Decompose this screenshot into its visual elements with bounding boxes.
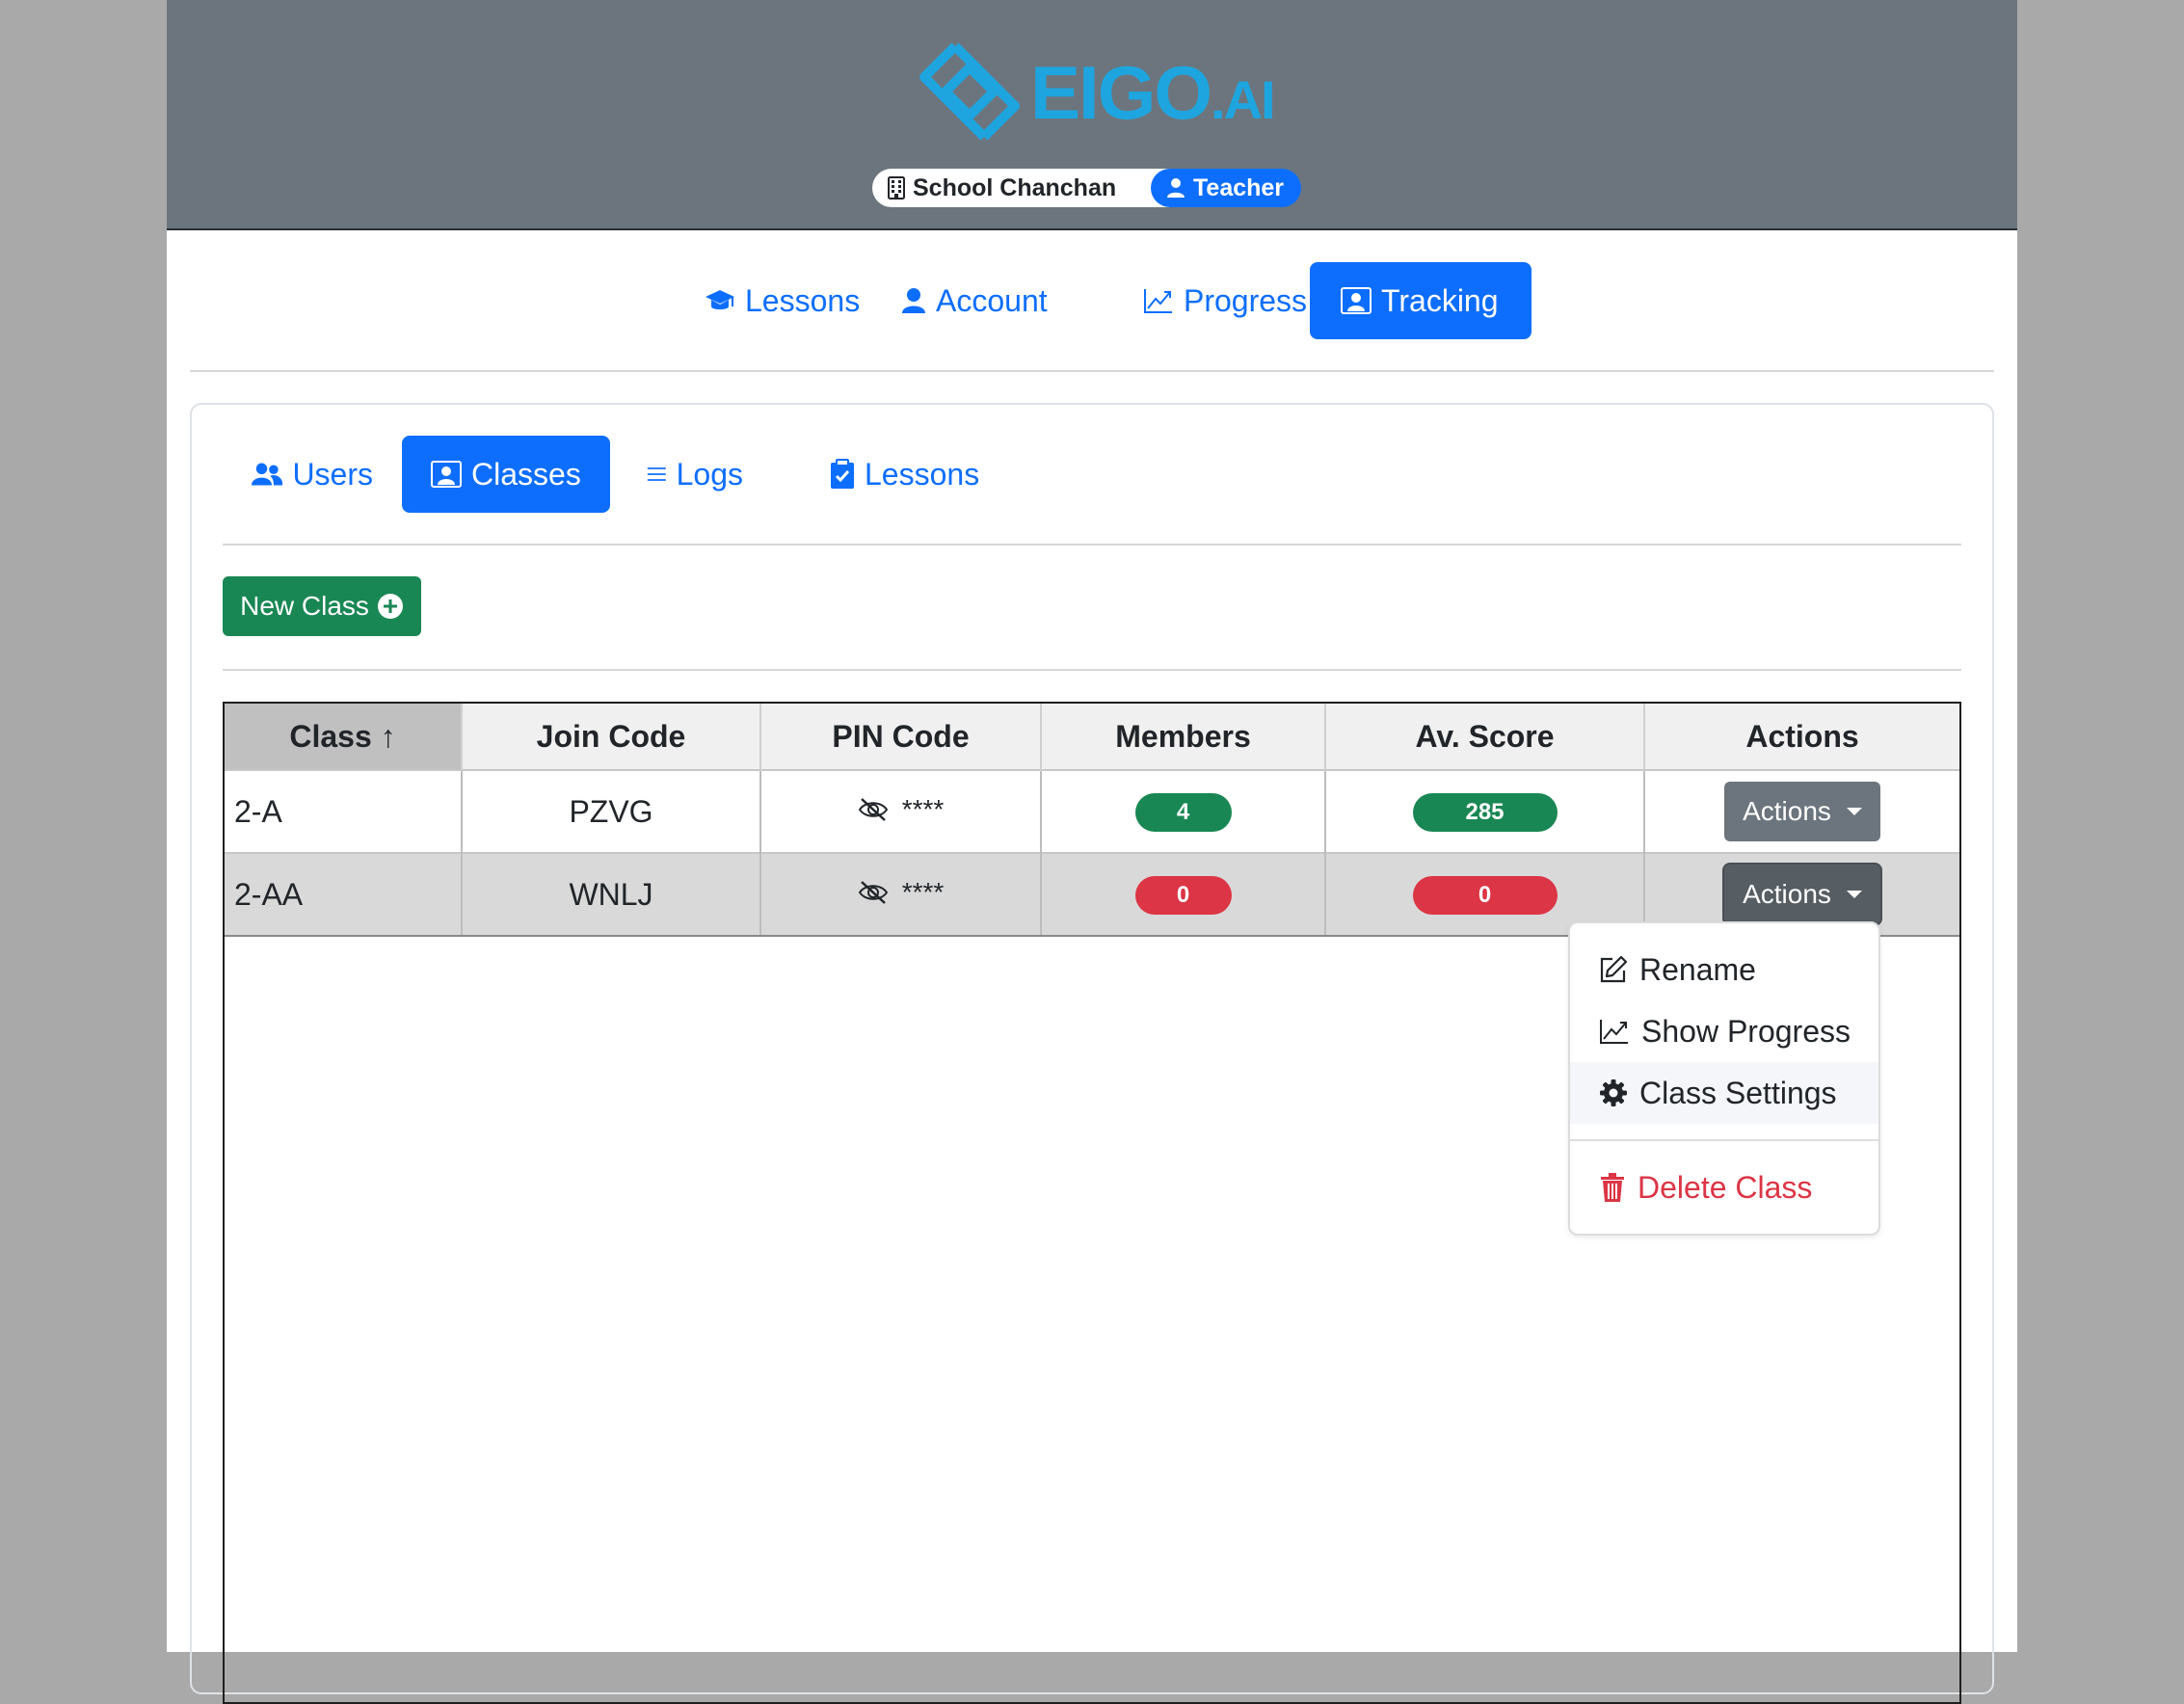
menu-item-show-progress[interactable]: Show Progress <box>1570 1000 1878 1062</box>
nav-account-label: Account <box>936 282 1048 318</box>
cell-members: 4 <box>1040 769 1325 853</box>
pin-masked: **** <box>901 793 945 824</box>
menu-divider <box>1570 1139 1878 1141</box>
actions-dropdown-button[interactable]: Actions <box>1724 782 1880 841</box>
cell-pin-code: **** <box>759 852 1041 937</box>
mortarboard-icon <box>706 290 734 309</box>
trash-icon <box>1601 1173 1624 1202</box>
cell-join-code: WNLJ <box>461 852 760 937</box>
pin-display: **** <box>858 793 945 825</box>
table-row: 2-A PZVG **** 4 285 Actions <box>225 769 1959 853</box>
tab-logs[interactable]: Logs <box>618 436 772 513</box>
nav-tracking-label: Tracking <box>1381 282 1499 318</box>
person-video-icon <box>431 461 462 488</box>
members-badge: 0 <box>1134 876 1232 915</box>
score-badge: 0 <box>1412 876 1558 915</box>
pencil-square-icon <box>1600 955 1628 983</box>
logo-mark-icon <box>919 42 1020 141</box>
sub-nav: Users Classes Logs Lessons <box>223 436 1958 513</box>
cell-class: 2-A <box>225 769 462 853</box>
tab-lessons-label: Lessons <box>865 456 980 492</box>
members-badge: 4 <box>1134 793 1232 832</box>
logo-wordmark: EIGO.AI <box>1030 50 1276 143</box>
building-icon <box>888 176 905 200</box>
person-icon <box>1167 178 1185 198</box>
toolbar-divider <box>223 669 1961 671</box>
plus-circle-icon <box>377 594 403 619</box>
menu-rename-label: Rename <box>1639 951 1756 987</box>
people-icon <box>252 463 283 486</box>
logo-text: EIGO <box>1030 50 1212 135</box>
classes-table-grid: Class ↑ Join Code PIN Code Members Av. S… <box>225 704 1959 937</box>
score-badge: 285 <box>1412 793 1558 832</box>
new-class-label: New Class <box>240 591 369 621</box>
tabs-divider <box>223 544 1961 546</box>
new-class-button[interactable]: New Class <box>223 576 421 636</box>
eigo-logo[interactable]: EIGO.AI <box>917 39 1276 146</box>
menu-show-progress-label: Show Progress <box>1641 1013 1851 1049</box>
actions-dropdown-button[interactable]: Actions <box>1724 865 1880 924</box>
header-class-label: Class <box>289 718 372 754</box>
cell-members: 0 <box>1040 852 1325 937</box>
graph-up-icon <box>1600 1020 1628 1044</box>
header-pin-code[interactable]: PIN Code <box>759 704 1041 770</box>
eye-slash-icon[interactable] <box>858 797 889 822</box>
gear-icon <box>1600 1079 1627 1106</box>
clipboard-check-icon <box>831 459 854 489</box>
menu-item-class-settings[interactable]: Class Settings <box>1570 1062 1878 1124</box>
role-name: Teacher <box>1193 174 1285 201</box>
table-header-row: Class ↑ Join Code PIN Code Members Av. S… <box>225 704 1959 770</box>
list-icon <box>647 467 666 481</box>
role-badge: Teacher <box>1151 169 1301 207</box>
header-members-label: Members <box>1115 718 1251 754</box>
tab-users[interactable]: Users <box>223 436 402 513</box>
tab-lessons[interactable]: Lessons <box>801 436 1032 513</box>
nav-lessons-label: Lessons <box>745 282 861 318</box>
nav-divider <box>190 370 1994 372</box>
header-pin-code-label: PIN Code <box>832 718 970 754</box>
caret-down-icon <box>1846 891 1862 898</box>
person-video-icon <box>1341 287 1372 314</box>
cell-class: 2-AA <box>225 852 462 937</box>
menu-class-settings-label: Class Settings <box>1639 1075 1837 1110</box>
header-av-score-label: Av. Score <box>1415 718 1555 754</box>
tab-classes[interactable]: Classes <box>402 436 610 513</box>
nav-tracking[interactable]: Tracking <box>1310 262 1531 339</box>
menu-delete-class-label: Delete Class <box>1638 1169 1813 1205</box>
menu-item-rename[interactable]: Rename <box>1570 939 1878 1000</box>
cell-av-score: 285 <box>1324 769 1644 853</box>
pin-masked: **** <box>901 876 945 907</box>
person-icon <box>902 288 925 313</box>
nav-progress-label: Progress <box>1184 282 1308 318</box>
menu-item-delete-class[interactable]: Delete Class <box>1570 1157 1878 1218</box>
cell-actions: Actions <box>1643 769 1959 853</box>
eye-slash-icon[interactable] <box>858 880 889 905</box>
header-av-score[interactable]: Av. Score <box>1324 704 1644 770</box>
logo-suffix: .AI <box>1211 69 1276 130</box>
tab-classes-label: Classes <box>471 456 581 492</box>
tab-users-label: Users <box>292 456 373 492</box>
header-join-code-label: Join Code <box>536 718 686 754</box>
caret-down-icon <box>1846 808 1862 815</box>
header-actions-label: Actions <box>1745 718 1859 754</box>
header-class[interactable]: Class ↑ <box>225 704 462 770</box>
pin-display: **** <box>858 876 945 908</box>
sort-arrow-up-icon: ↑ <box>380 718 396 754</box>
main-nav: Lessons Account Progress Tracking <box>167 262 2017 339</box>
app-page: EIGO.AI School Chanchan Teacher Lessons … <box>167 0 2017 1704</box>
graph-up-icon <box>1144 289 1172 313</box>
school-name: School Chanchan <box>913 174 1117 201</box>
cell-pin-code: **** <box>759 769 1041 853</box>
actions-dropdown-menu: Rename Show Progress Class Settings Dele… <box>1568 921 1880 1236</box>
header-actions: Actions <box>1643 704 1959 770</box>
tab-logs-label: Logs <box>676 456 743 492</box>
header-join-code[interactable]: Join Code <box>461 704 760 770</box>
cell-join-code: PZVG <box>461 769 760 853</box>
header-members[interactable]: Members <box>1040 704 1325 770</box>
actions-label: Actions <box>1743 796 1831 826</box>
header: EIGO.AI School Chanchan Teacher <box>167 0 2017 230</box>
actions-label: Actions <box>1743 879 1831 909</box>
